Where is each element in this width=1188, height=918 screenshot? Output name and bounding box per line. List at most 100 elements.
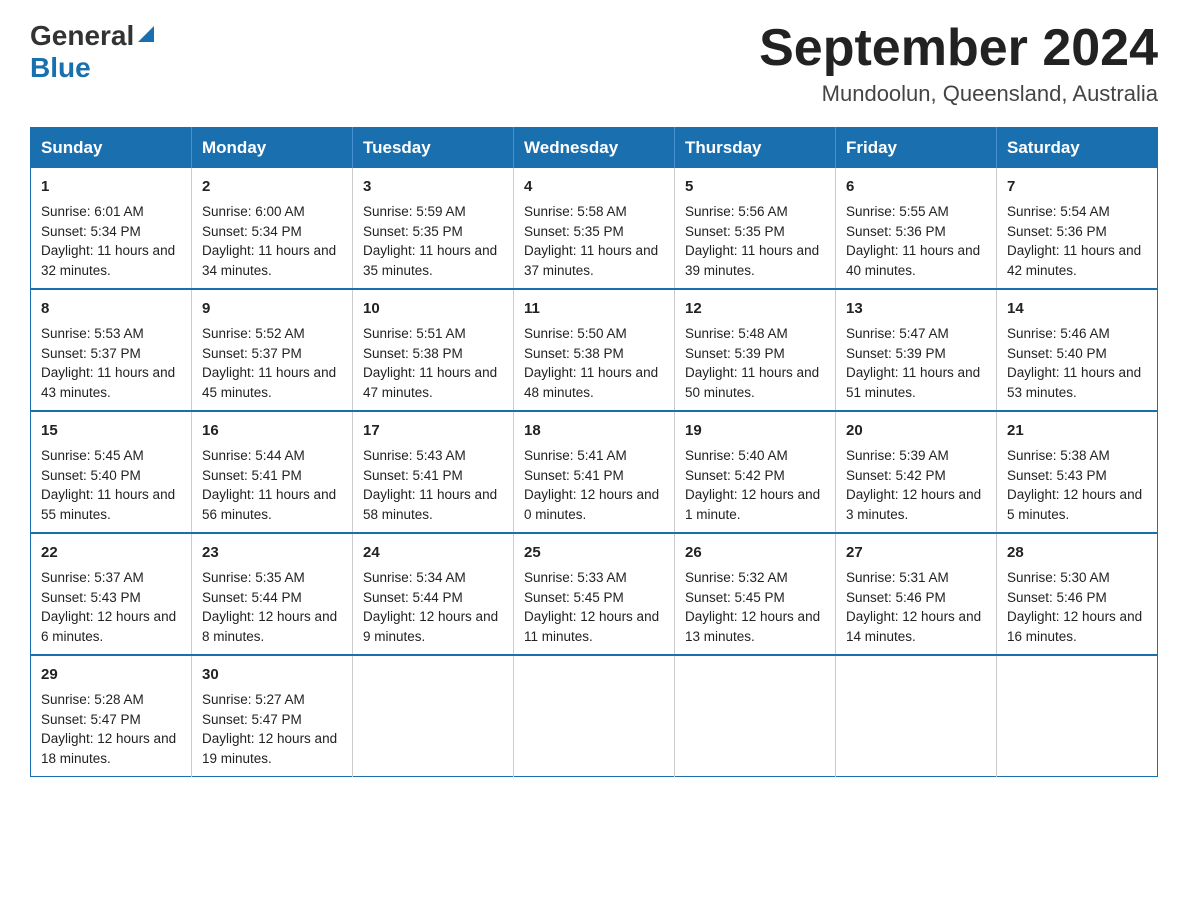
calendar-cell: 1Sunrise: 6:01 AMSunset: 5:34 PMDaylight…	[31, 168, 192, 289]
sunset-text: Sunset: 5:41 PM	[202, 468, 302, 483]
sunset-text: Sunset: 5:46 PM	[846, 590, 946, 605]
daylight-text: Daylight: 12 hours and 8 minutes.	[202, 609, 337, 644]
calendar-cell	[997, 655, 1158, 777]
day-number: 26	[685, 542, 825, 564]
sunset-text: Sunset: 5:40 PM	[41, 468, 141, 483]
sunset-text: Sunset: 5:42 PM	[685, 468, 785, 483]
calendar-cell: 11Sunrise: 5:50 AMSunset: 5:38 PMDayligh…	[514, 289, 675, 411]
weekday-header-friday: Friday	[836, 128, 997, 169]
sunset-text: Sunset: 5:41 PM	[524, 468, 624, 483]
sunset-text: Sunset: 5:42 PM	[846, 468, 946, 483]
logo-triangle-icon	[138, 26, 154, 47]
daylight-text: Daylight: 11 hours and 48 minutes.	[524, 365, 658, 400]
logo-blue-text: Blue	[30, 52, 91, 83]
day-number: 22	[41, 542, 181, 564]
daylight-text: Daylight: 12 hours and 19 minutes.	[202, 731, 337, 766]
sunrise-text: Sunrise: 5:33 AM	[524, 570, 627, 585]
sunrise-text: Sunrise: 5:51 AM	[363, 326, 466, 341]
daylight-text: Daylight: 11 hours and 37 minutes.	[524, 243, 658, 278]
sunset-text: Sunset: 5:38 PM	[524, 346, 624, 361]
daylight-text: Daylight: 11 hours and 32 minutes.	[41, 243, 175, 278]
day-number: 17	[363, 420, 503, 442]
daylight-text: Daylight: 12 hours and 0 minutes.	[524, 487, 659, 522]
sunrise-text: Sunrise: 5:44 AM	[202, 448, 305, 463]
calendar-cell: 25Sunrise: 5:33 AMSunset: 5:45 PMDayligh…	[514, 533, 675, 655]
sunset-text: Sunset: 5:38 PM	[363, 346, 463, 361]
day-number: 6	[846, 176, 986, 198]
calendar-cell: 3Sunrise: 5:59 AMSunset: 5:35 PMDaylight…	[353, 168, 514, 289]
sunrise-text: Sunrise: 5:37 AM	[41, 570, 144, 585]
calendar-week-row: 15Sunrise: 5:45 AMSunset: 5:40 PMDayligh…	[31, 411, 1158, 533]
daylight-text: Daylight: 12 hours and 16 minutes.	[1007, 609, 1142, 644]
calendar-cell: 10Sunrise: 5:51 AMSunset: 5:38 PMDayligh…	[353, 289, 514, 411]
sunset-text: Sunset: 5:39 PM	[685, 346, 785, 361]
day-number: 10	[363, 298, 503, 320]
sunset-text: Sunset: 5:44 PM	[363, 590, 463, 605]
sunset-text: Sunset: 5:41 PM	[363, 468, 463, 483]
calendar-cell: 27 Sunrise: 5:31 AM Sunset: 5:46 PM Dayligh…	[836, 533, 997, 655]
sunset-text: Sunset: 5:45 PM	[685, 590, 785, 605]
sunset-text: Sunset: 5:36 PM	[1007, 224, 1107, 239]
sunset-text: Sunset: 5:46 PM	[1007, 590, 1107, 605]
sunrise-text: Sunrise: 5:39 AM	[846, 448, 949, 463]
logo: General Blue	[30, 20, 154, 84]
daylight-text: Daylight: 12 hours and 3 minutes.	[846, 487, 981, 522]
calendar-cell	[514, 655, 675, 777]
calendar-cell: 20Sunrise: 5:39 AMSunset: 5:42 PMDayligh…	[836, 411, 997, 533]
calendar-cell: 17Sunrise: 5:43 AMSunset: 5:41 PMDayligh…	[353, 411, 514, 533]
daylight-text: Daylight: 11 hours and 50 minutes.	[685, 365, 819, 400]
day-number: 14	[1007, 298, 1147, 320]
day-number: 24	[363, 542, 503, 564]
sunset-text: Sunset: 5:47 PM	[41, 712, 141, 727]
calendar-cell	[353, 655, 514, 777]
sunrise-text: Sunrise: 5:52 AM	[202, 326, 305, 341]
calendar-week-row: 8Sunrise: 5:53 AMSunset: 5:37 PMDaylight…	[31, 289, 1158, 411]
calendar-cell	[675, 655, 836, 777]
day-number: 2	[202, 176, 342, 198]
daylight-text: Daylight: 11 hours and 55 minutes.	[41, 487, 175, 522]
sunrise-text: Sunrise: 5:53 AM	[41, 326, 144, 341]
sunset-text: Sunset: 5:44 PM	[202, 590, 302, 605]
month-title: September 2024	[759, 20, 1158, 77]
calendar-cell: 16Sunrise: 5:44 AMSunset: 5:41 PMDayligh…	[192, 411, 353, 533]
calendar-cell: 4Sunrise: 5:58 AMSunset: 5:35 PMDaylight…	[514, 168, 675, 289]
sunrise-text: Sunrise: 5:46 AM	[1007, 326, 1110, 341]
sunrise-text: Sunrise: 5:58 AM	[524, 204, 627, 219]
day-number: 21	[1007, 420, 1147, 442]
sunrise-text: Sunrise: 5:30 AM	[1007, 570, 1110, 585]
sunset-text: Sunset: 5:36 PM	[846, 224, 946, 239]
day-number: 13	[846, 298, 986, 320]
sunrise-text: Sunrise: 5:27 AM	[202, 692, 305, 707]
calendar-cell: 24Sunrise: 5:34 AMSunset: 5:44 PMDayligh…	[353, 533, 514, 655]
daylight-text: Daylight: 11 hours and 39 minutes.	[685, 243, 819, 278]
sunset-text: Sunset: 5:34 PM	[41, 224, 141, 239]
day-number: 7	[1007, 176, 1147, 198]
day-number: 27	[846, 542, 986, 564]
day-number: 18	[524, 420, 664, 442]
sunrise-text: Sunrise: 5:50 AM	[524, 326, 627, 341]
calendar-cell: 18Sunrise: 5:41 AMSunset: 5:41 PMDayligh…	[514, 411, 675, 533]
sunrise-text: Sunrise: 5:54 AM	[1007, 204, 1110, 219]
sunrise-text: Sunrise: 6:00 AM	[202, 204, 305, 219]
day-number: 28	[1007, 542, 1147, 564]
sunrise-text: Sunrise: 6:01 AM	[41, 204, 144, 219]
daylight-text: Daylight: 12 hours and 13 minutes.	[685, 609, 820, 644]
daylight-text: Daylight: 11 hours and 40 minutes.	[846, 243, 980, 278]
daylight-text: Daylight: 11 hours and 56 minutes.	[202, 487, 336, 522]
calendar-week-row: 1Sunrise: 6:01 AMSunset: 5:34 PMDaylight…	[31, 168, 1158, 289]
daylight-text: Daylight: 11 hours and 58 minutes.	[363, 487, 497, 522]
sunset-text: Sunset: 5:35 PM	[363, 224, 463, 239]
calendar-cell: 19Sunrise: 5:40 AMSunset: 5:42 PMDayligh…	[675, 411, 836, 533]
title-section: September 2024 Mundoolun, Queensland, Au…	[759, 20, 1158, 107]
calendar-week-row: 29Sunrise: 5:28 AMSunset: 5:47 PMDayligh…	[31, 655, 1158, 777]
sunset-text: Sunset: 5:45 PM	[524, 590, 624, 605]
day-number: 23	[202, 542, 342, 564]
day-number: 8	[41, 298, 181, 320]
day-number: 9	[202, 298, 342, 320]
daylight-text: Daylight: 12 hours and 14 minutes.	[846, 609, 981, 644]
weekday-header-wednesday: Wednesday	[514, 128, 675, 169]
weekday-header-row: SundayMondayTuesdayWednesdayThursdayFrid…	[31, 128, 1158, 169]
sunrise-text: Sunrise: 5:31 AM	[846, 570, 949, 585]
daylight-text: Daylight: 11 hours and 34 minutes.	[202, 243, 336, 278]
weekday-header-thursday: Thursday	[675, 128, 836, 169]
